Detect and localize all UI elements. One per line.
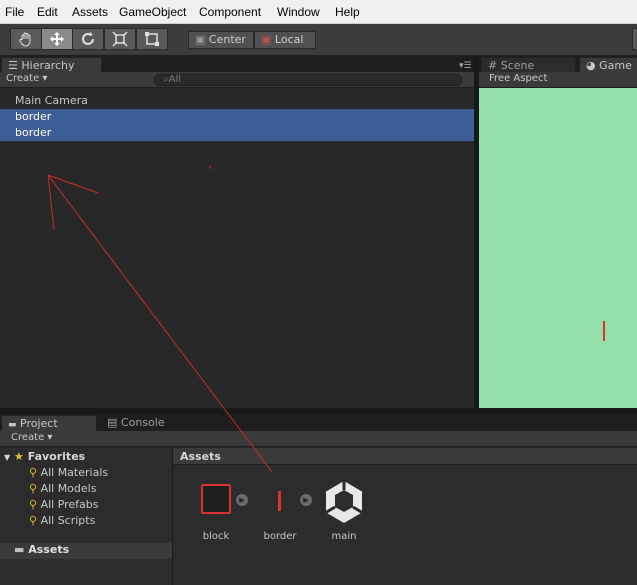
move-tool-button[interactable] [41, 28, 73, 50]
assets-panel: Assets ▶ block ▶ border main [173, 448, 637, 585]
rotate-tool-button[interactable] [72, 28, 104, 50]
favorite-all-models[interactable]: ⚲ All Models [29, 482, 96, 495]
hand-icon [19, 32, 31, 47]
rotate-icon [82, 32, 94, 45]
aspect-dropdown[interactable]: Free Aspect [489, 73, 547, 84]
search-icon: ⚲ [29, 514, 38, 527]
hierarchy-list-icon: ☰ [8, 59, 18, 72]
expand-arrow-icon: ▼ [4, 453, 11, 462]
menu-assets[interactable]: Assets [72, 5, 108, 19]
scale-icon [112, 31, 128, 47]
search-icon: ⚲ [29, 498, 38, 511]
hierarchy-search-input[interactable]: ⌕All [154, 74, 462, 86]
project-folder-icon: ▬ [8, 420, 17, 430]
console-icon: ▤ [107, 416, 118, 429]
hierarchy-item-main-camera[interactable]: Main Camera [0, 93, 474, 109]
asset-label: border [263, 531, 297, 542]
assets-folder-item[interactable]: ▬ Assets [0, 543, 172, 559]
rect-tool-button[interactable] [136, 28, 168, 50]
asset-block[interactable] [201, 484, 231, 514]
expand-asset-icon[interactable]: ▶ [300, 494, 312, 506]
menu-window[interactable]: Window [277, 5, 320, 19]
hierarchy-item-border[interactable]: border [0, 125, 474, 141]
favorite-all-materials[interactable]: ⚲ All Materials [29, 466, 108, 479]
move-icon [50, 32, 64, 46]
rect-icon [145, 32, 159, 46]
search-icon: ⚲ [29, 482, 38, 495]
assets-header: Assets [173, 448, 637, 465]
pivot-local-icon: ▣ [261, 33, 272, 46]
game-pacman-icon: ◕ [586, 59, 596, 72]
asset-label: main [331, 531, 357, 542]
hand-tool-button[interactable] [10, 28, 42, 50]
favorites-header[interactable]: ▼ ★ Favorites [4, 450, 85, 463]
tab-project[interactable]: ▬ Project [1, 415, 97, 432]
hierarchy-item-border[interactable]: border [0, 109, 474, 125]
project-tree: ▼ ★ Favorites ⚲ All Materials ⚲ All Mode… [0, 448, 172, 585]
play-button[interactable] [632, 28, 637, 50]
game-border-sprite [603, 321, 605, 341]
panel-menu-icon[interactable]: ▾☰ [459, 61, 472, 71]
expand-asset-icon[interactable]: ▶ [236, 494, 248, 506]
pivot-center-icon: ▣ [195, 33, 206, 46]
scale-tool-button[interactable] [104, 28, 136, 50]
menu-bar: File Edit Assets GameObject Component Wi… [0, 0, 637, 24]
asset-label: block [202, 531, 230, 542]
project-create-button[interactable]: Create ▾ [11, 432, 52, 443]
folder-icon: ▬ [14, 543, 25, 556]
tab-console[interactable]: ▤ Console [101, 415, 201, 432]
menu-edit[interactable]: Edit [37, 5, 58, 19]
menu-help[interactable]: Help [335, 5, 360, 19]
favorite-all-scripts[interactable]: ⚲ All Scripts [29, 514, 95, 527]
hierarchy-subbar: Create ▾ ⌕All [0, 72, 474, 88]
game-subbar: Free Aspect [479, 72, 637, 88]
menu-file[interactable]: File [5, 5, 24, 19]
menu-component[interactable]: Component [199, 5, 261, 19]
asset-border[interactable] [278, 491, 281, 511]
search-icon: ⚲ [29, 466, 38, 479]
star-icon: ★ [14, 450, 24, 463]
project-subbar: Create ▾ [0, 431, 637, 447]
pivot-local-button[interactable]: ▣ Local [254, 31, 316, 49]
unity-logo-icon[interactable] [321, 478, 367, 524]
menu-gameobject[interactable]: GameObject [119, 5, 186, 19]
scene-grid-icon: # [488, 59, 498, 72]
pivot-center-button[interactable]: ▣ Center [188, 31, 254, 49]
hierarchy-list: Main Camera border border [0, 88, 474, 408]
favorite-all-prefabs[interactable]: ⚲ All Prefabs [29, 498, 99, 511]
game-view[interactable] [479, 88, 637, 408]
toolbar: ▣ Center ▣ Local [0, 24, 637, 56]
hierarchy-create-button[interactable]: Create ▾ [6, 73, 47, 84]
